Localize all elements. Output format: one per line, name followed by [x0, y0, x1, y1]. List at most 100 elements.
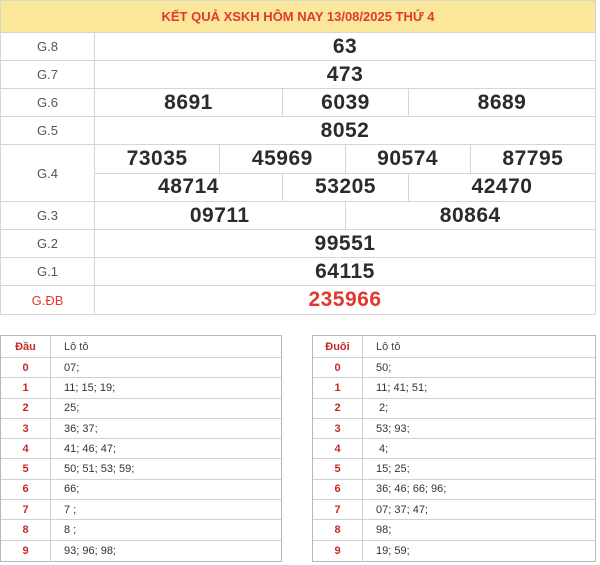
loto-key: 2 — [313, 398, 363, 418]
prize-number: 90574 — [344, 145, 470, 173]
loto-row: 6 36; 46; 66; 96; — [313, 479, 595, 501]
loto-values: 98; — [376, 524, 392, 537]
prize-row-g7: G.7 473 — [1, 61, 595, 89]
loto-row: 4 41; 46; 47; — [1, 439, 281, 460]
loto-key: 9 — [313, 540, 363, 561]
loto-values: 25; — [64, 402, 80, 415]
prize-label: G.1 — [1, 258, 95, 285]
prize-row-g3: G.3 09711 80864 — [1, 202, 595, 230]
loto-key: 5 — [313, 459, 363, 479]
prize-number: 8689 — [408, 89, 595, 116]
loto-row: 3 36; 37; — [1, 418, 281, 440]
prize-row-g6: G.6 8691 6039 8689 — [1, 89, 595, 117]
loto-key: 9 — [1, 540, 51, 561]
prize-label: G.8 — [1, 33, 95, 60]
loto-row: 7 07; 37; 47; — [313, 500, 595, 521]
loto-key: 5 — [1, 459, 51, 479]
loto-row: 3 53; 93; — [313, 418, 595, 440]
loto-values: 66; — [64, 483, 80, 496]
loto-values: 07; — [64, 361, 80, 374]
prize-label: G.2 — [1, 230, 95, 257]
prize-label: G.6 — [1, 89, 95, 116]
prize-label: G.3 — [1, 202, 95, 229]
loto-row: 5 15; 25; — [313, 459, 595, 480]
prize-label-special: G.ĐB — [1, 286, 95, 314]
loto-key: 1 — [313, 378, 363, 398]
prize-row-g2: G.2 99551 — [1, 230, 595, 258]
loto-key-header: Đầu — [1, 336, 51, 357]
loto-values: 4; — [376, 442, 389, 455]
prize-number: 09711 — [189, 203, 250, 227]
prize-number: 8052 — [320, 118, 370, 142]
prize-row-special: G.ĐB 235966 — [1, 286, 595, 314]
special-prize-number: 235966 — [308, 288, 382, 311]
loto-values: 8 ; — [64, 524, 77, 537]
prize-number: 53205 — [282, 173, 408, 201]
prize-number: 6039 — [282, 89, 408, 116]
prize-number: 64115 — [315, 259, 375, 283]
prize-number: 45969 — [219, 145, 344, 173]
prize-row-g8: G.8 63 — [1, 33, 595, 61]
prize-number: 42470 — [408, 173, 595, 201]
loto-row: 2 2; — [313, 398, 595, 419]
loto-row: 9 93; 96; 98; — [1, 540, 281, 561]
loto-value-header: Lô tô — [376, 340, 401, 353]
loto-values: 15; 25; — [376, 463, 410, 476]
loto-key: 7 — [1, 500, 51, 520]
loto-row: 6 66; — [1, 479, 281, 501]
loto-values: 7 ; — [64, 503, 77, 516]
loto-key: 3 — [313, 418, 363, 439]
prize-label: G.7 — [1, 61, 95, 88]
prize-number: 80864 — [344, 202, 596, 229]
prize-row-g1: G.1 64115 — [1, 258, 595, 286]
loto-row: 9 19; 59; — [313, 540, 595, 561]
prize-label: G.5 — [1, 117, 95, 144]
loto-values: 93; 96; 98; — [64, 544, 116, 557]
loto-value-header: Lô tô — [64, 340, 89, 353]
loto-values: 50; — [376, 361, 392, 374]
loto-values: 19; 59; — [376, 544, 410, 557]
prize-row-g4: G.4 73035 45969 90574 87795 48714 53205 … — [1, 145, 595, 202]
prize-number: 63 — [332, 34, 358, 58]
loto-values: 11; 15; 19; — [64, 381, 116, 394]
loto-key-header: Đuôi — [313, 336, 363, 357]
loto-values: 11; 41; 51; — [376, 381, 428, 394]
prize-number: 473 — [326, 62, 364, 86]
loto-row: 0 50; — [313, 358, 595, 379]
loto-row: 7 7 ; — [1, 500, 281, 521]
loto-row: 4 4; — [313, 439, 595, 460]
loto-key: 0 — [1, 358, 51, 378]
loto-key: 6 — [313, 479, 363, 500]
loto-values: 50; 51; 53; 59; — [64, 463, 135, 476]
results-title: KẾT QUẢ XSKH HÔM NAY 13/08/2025 THỨ 4 — [1, 1, 595, 33]
loto-key: 7 — [313, 500, 363, 520]
loto-key: 3 — [1, 418, 51, 439]
loto-row: 2 25; — [1, 398, 281, 419]
loto-key: 4 — [1, 439, 51, 459]
loto-key: 1 — [1, 378, 51, 398]
loto-key: 8 — [313, 520, 363, 540]
loto-values: 07; 37; 47; — [376, 503, 428, 516]
loto-values: 36; 46; 66; 96; — [376, 483, 447, 496]
loto-key: 2 — [1, 398, 51, 418]
loto-values: 53; 93; — [376, 422, 410, 435]
loto-values: 36; 37; — [64, 422, 98, 435]
loto-head-table: Đầu Lô tô 0 07; 1 11; 15; 19; 2 25; 3 36; 37… — [0, 335, 282, 562]
loto-row: 0 07; — [1, 358, 281, 379]
prize-row-g5: G.5 8052 — [1, 117, 595, 145]
loto-row: 5 50; 51; 53; 59; — [1, 459, 281, 480]
prize-number: 48714 — [158, 175, 219, 199]
prize-number: 73035 — [126, 146, 188, 170]
loto-row: 8 8 ; — [1, 520, 281, 541]
loto-header-row: Đuôi Lô tô — [313, 336, 595, 358]
loto-row: 1 11; 15; 19; — [1, 378, 281, 399]
loto-key: 0 — [313, 358, 363, 378]
prize-number: 87795 — [469, 145, 595, 173]
prize-label: G.4 — [1, 145, 95, 201]
prize-number: 99551 — [314, 231, 376, 255]
loto-values: 41; 46; 47; — [64, 442, 116, 455]
loto-values: 2; — [376, 402, 389, 415]
loto-row: 1 11; 41; 51; — [313, 378, 595, 399]
results-table: KẾT QUẢ XSKH HÔM NAY 13/08/2025 THỨ 4 G.… — [0, 0, 596, 315]
loto-key: 8 — [1, 520, 51, 540]
